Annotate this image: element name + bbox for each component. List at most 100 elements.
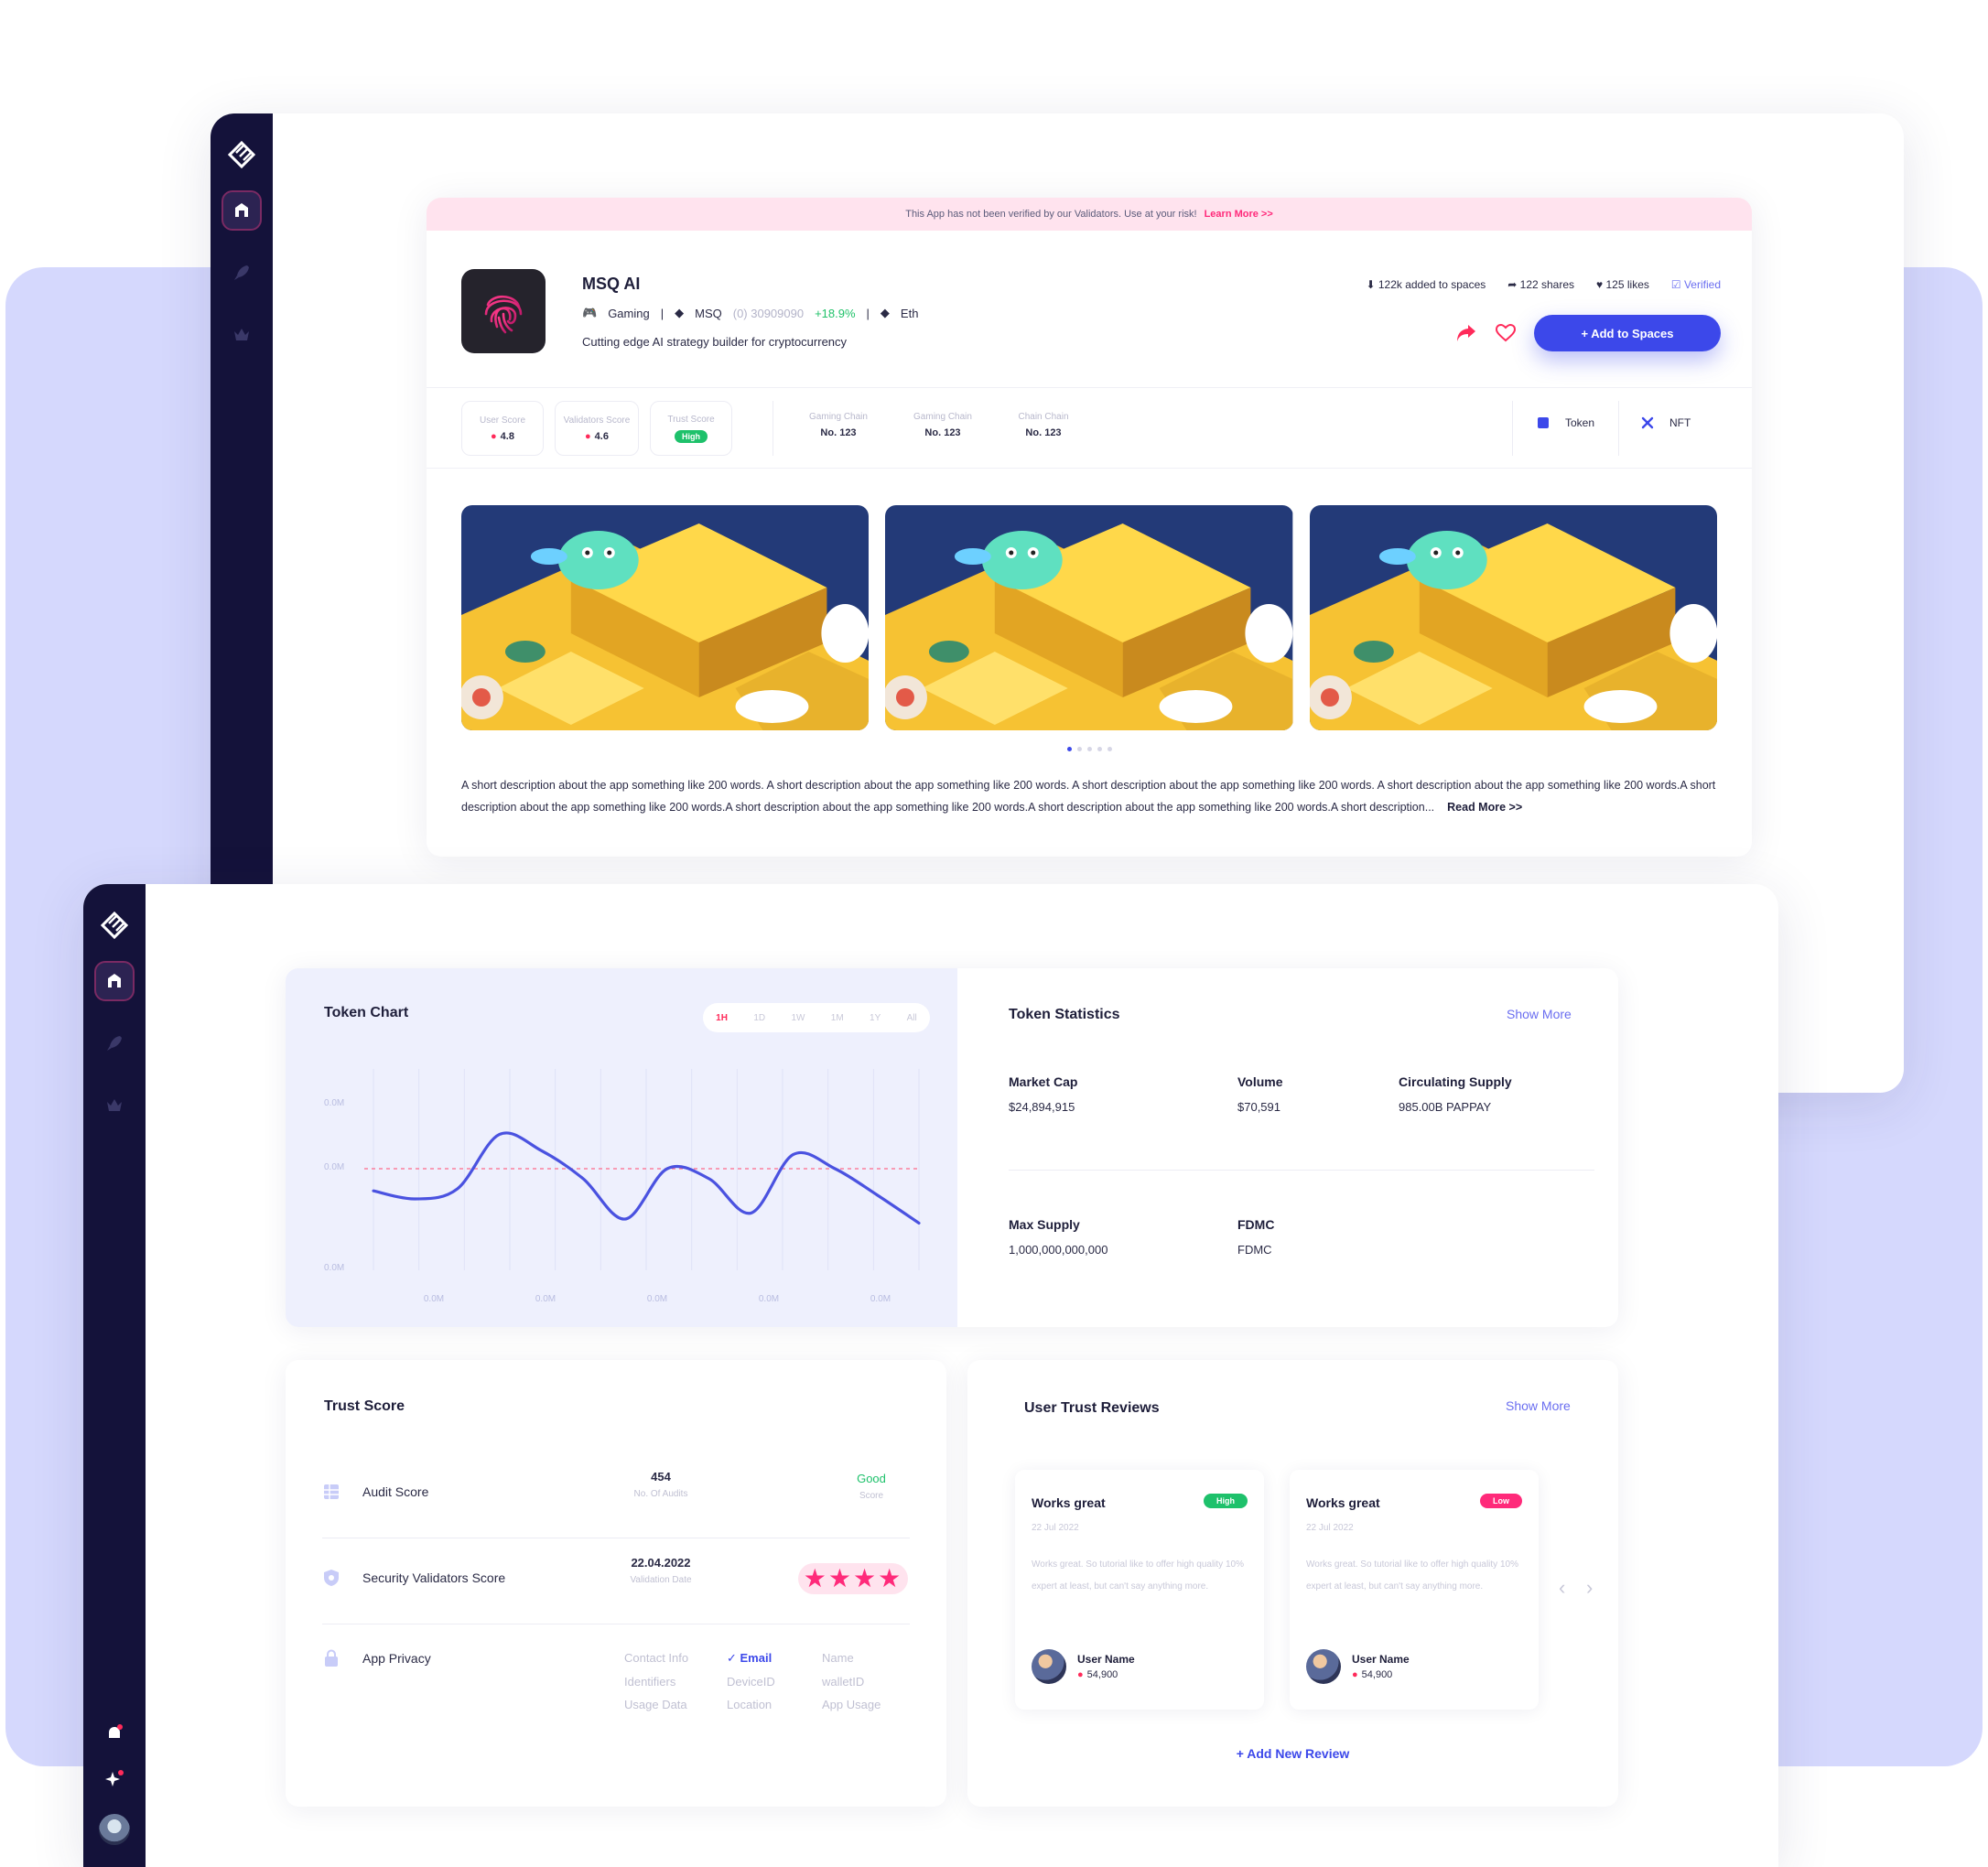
gallery-image[interactable] [885, 505, 1293, 730]
token-line-chart: 0.0M0.0M0.0M0.0M0.0M0.0M0.0M0.0M0.0M [324, 1069, 921, 1304]
validators-score-value: 4.6 [594, 430, 609, 442]
privacy-data-grid: Contact Info ✓ Email Name Identifiers De… [624, 1651, 904, 1711]
review-card[interactable]: Works great High 22 Jul 2022 Works great… [1015, 1470, 1264, 1710]
user-score-value: 4.8 [500, 430, 514, 442]
add-review-button[interactable]: + Add New Review [967, 1746, 1618, 1761]
chevron-left-icon[interactable]: ‹ [1559, 1576, 1565, 1600]
user-reviews-panel: User Trust Reviews Show More Works great… [967, 1360, 1618, 1807]
sidebar-item-store[interactable] [94, 961, 135, 1001]
chart-y-tick-label: 0.0M [324, 1098, 344, 1108]
avatar [1032, 1649, 1066, 1684]
shares-stat: ➦ 122 shares [1507, 278, 1575, 291]
trust-score-box: Trust Score High [650, 401, 732, 456]
sidebar-item-leaderboard[interactable] [94, 1085, 135, 1126]
chart-x-tick-label: 0.0M [870, 1294, 891, 1304]
type-nft[interactable]: NFT [1640, 415, 1691, 430]
brand-logo-icon[interactable] [228, 141, 255, 168]
verification-warning: This App has not been verified by our Va… [427, 198, 1752, 231]
gallery-dot[interactable] [1086, 747, 1092, 751]
validators-score-box: Validators Score ● 4.6 [555, 401, 639, 456]
app-actions: + Add to Spaces [1455, 315, 1721, 351]
reviews-show-more[interactable]: Show More [1506, 1398, 1571, 1413]
stat-market-cap: Market Cap $24,894,915 [1009, 1074, 1078, 1114]
app-privacy-row: App Privacy Contact Info ✓ Email Name Id… [322, 1640, 910, 1750]
token-stats-title: Token Statistics [1009, 1007, 1120, 1022]
sidebar [83, 884, 146, 1867]
shield-icon [324, 1570, 339, 1586]
rocket-icon [107, 1036, 122, 1051]
trust-score-badge: High [675, 429, 708, 443]
sidebar-item-store[interactable] [221, 190, 262, 231]
validation-date: 22.04.2022 [631, 1556, 691, 1570]
gamepad-icon: 🎮 [582, 306, 598, 319]
chain-info-3: Chain Chain No. 123 [1018, 412, 1069, 438]
stat-volume: Volume $70,591 [1237, 1074, 1283, 1114]
review-card[interactable]: Works great Low 22 Jul 2022 Works great.… [1290, 1470, 1539, 1710]
sidebar-item-leaderboard[interactable] [221, 315, 262, 355]
chart-y-tick-label: 0.0M [324, 1162, 344, 1172]
sidebar-item-launch[interactable] [94, 1023, 135, 1063]
token-stats-show-more[interactable]: Show More [1507, 1007, 1572, 1021]
fingerprint-icon [484, 295, 523, 334]
gallery-dot[interactable] [1097, 747, 1102, 751]
chart-x-tick-label: 0.0M [759, 1294, 779, 1304]
app-chain: Eth [900, 306, 919, 320]
crown-icon [107, 1099, 122, 1111]
token-chart: Token Chart 1H 1D 1W 1M 1Y All 0.0M 0.0M 0… [286, 968, 957, 1327]
audit-count: 454 [651, 1470, 671, 1484]
chart-y-tick-label: 0.0M [324, 1263, 344, 1273]
crown-icon [234, 329, 249, 340]
app-logo [461, 269, 546, 353]
token-panel: Token Chart 1H 1D 1W 1M 1Y All 0.0M 0.0M 0… [286, 968, 1618, 1327]
add-to-spaces-button[interactable]: + Add to Spaces [1534, 315, 1721, 351]
token-id: (0) 30909090 [732, 306, 805, 320]
gallery-dot[interactable] [1107, 747, 1112, 751]
learn-more-link[interactable]: Learn More >> [1205, 209, 1273, 220]
notification-bell-icon[interactable] [103, 1722, 125, 1744]
app-card: This App has not been verified by our Va… [427, 198, 1752, 857]
app-meta: 🎮 Gaming | ◆ MSQ (0) 30909090 +18.9% | ◆… [582, 306, 919, 320]
verified-badge: ☑ Verified [1670, 278, 1721, 291]
privacy-item: walletID [822, 1675, 865, 1689]
privacy-item: Location [727, 1698, 773, 1711]
trust-score-panel: Trust Score Audit Score 454 No. Of Audit… [286, 1360, 946, 1807]
gallery-pagination [427, 747, 1752, 751]
security-rating-stars: ★★★★ [798, 1563, 908, 1594]
app-description: A short description about the app someth… [461, 779, 1716, 814]
trust-score-title: Trust Score [324, 1398, 405, 1414]
gallery-image[interactable] [1309, 505, 1717, 730]
chain-info-2: Gaming Chain No. 123 [913, 412, 972, 438]
warning-text: This App has not been verified by our Va… [905, 209, 1197, 220]
app-header: MSQ AI 🎮 Gaming | ◆ MSQ (0) 30909090 +18… [427, 231, 1752, 388]
gallery-image[interactable] [461, 505, 870, 730]
chart-x-tick-label: 0.0M [535, 1294, 556, 1304]
nft-icon [1641, 416, 1654, 429]
rocket-icon [234, 265, 249, 280]
reviews-title: User Trust Reviews [1024, 1400, 1160, 1416]
like-heart-icon[interactable] [1496, 324, 1516, 342]
user-avatar[interactable] [99, 1814, 130, 1845]
app-stats: ⬇ 122k added to spaces ➦ 122 shares ♥ 12… [1366, 278, 1721, 291]
type-token[interactable]: Token [1536, 415, 1594, 430]
privacy-item: Contact Info [624, 1651, 689, 1665]
brand-logo-icon[interactable] [101, 912, 128, 939]
app-category[interactable]: Gaming [608, 307, 650, 320]
read-more-link[interactable]: Read More >> [1447, 801, 1522, 814]
added-stat: ⬇ 122k added to spaces [1366, 278, 1486, 291]
gallery-dot[interactable] [1066, 747, 1072, 751]
review-badge-high: High [1204, 1494, 1248, 1508]
share-icon[interactable] [1455, 323, 1477, 343]
chain-info-1: Gaming Chain No. 123 [809, 412, 868, 438]
avatar [1306, 1649, 1341, 1684]
eth-icon: ◆ [880, 306, 890, 319]
app-tagline: Cutting edge AI strategy builder for cry… [582, 335, 848, 349]
chevron-right-icon[interactable]: › [1586, 1576, 1593, 1600]
privacy-item: Identifiers [624, 1675, 676, 1689]
token-diamond-icon: ◆ [675, 306, 685, 319]
stat-max-supply: Max Supply 1,000,000,000,000 [1009, 1217, 1108, 1257]
sidebar-item-launch[interactable] [221, 253, 262, 293]
sparkle-icon[interactable] [103, 1768, 125, 1790]
gallery-dot[interactable] [1076, 747, 1082, 751]
audit-rating: Good [857, 1472, 886, 1485]
stat-fdmc: FDMC FDMC [1237, 1217, 1275, 1257]
